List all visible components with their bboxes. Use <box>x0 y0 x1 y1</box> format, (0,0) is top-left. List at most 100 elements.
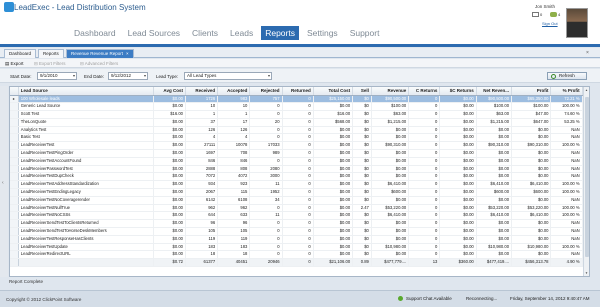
table-row[interactable]: LeadReceiverTestResponseHasClients $0.00 1… <box>10 235 589 244</box>
table-row[interactable]: LeadReceiverTestEndingLegacy $0.00 2067 115… <box>10 188 589 197</box>
column-header[interactable]: Sell <box>352 87 372 96</box>
nav-tab-clients[interactable]: Clients <box>188 26 222 40</box>
row-indicator[interactable] <box>10 243 19 252</box>
table-row[interactable]: TheLonQuote $0.00 37 17 20 0 $568.00 $0 $1,215.0… <box>10 118 589 127</box>
column-header[interactable]: Rejected <box>249 87 283 96</box>
row-indicator[interactable] <box>10 141 19 151</box>
table-cell: 0 <box>282 110 314 119</box>
nav-tab-dashboard[interactable]: Dashboard <box>70 26 120 40</box>
table-cell: 1697 <box>185 149 219 158</box>
table-cell: $0 <box>352 126 372 135</box>
row-indicator[interactable] <box>10 149 19 158</box>
row-indicator[interactable] <box>10 118 19 127</box>
support-chat-status[interactable]: Support Chat Available <box>398 296 452 302</box>
table-cell: 100.00 % <box>550 180 583 190</box>
column-header[interactable]: Avg Cost <box>153 87 187 96</box>
row-indicator[interactable] <box>10 126 19 135</box>
lead-type-select[interactable]: All Lead Types ▾ <box>184 72 272 80</box>
row-indicator[interactable] <box>10 219 19 229</box>
nav-tab-reports[interactable]: Reports <box>261 26 299 40</box>
advanced-filters-button[interactable]: ⊟ Advanced Filters <box>80 61 118 67</box>
table-cell: $0.00 <box>476 165 513 174</box>
close-icon[interactable]: × <box>126 51 129 56</box>
column-header[interactable]: Net Reven... <box>476 87 513 96</box>
column-header[interactable]: Lead Source <box>18 87 154 96</box>
table-row[interactable]: Scott Test $16.00 1 1 0 0 $16.00 $0 $63.00 0 $0.00… <box>10 110 589 119</box>
table-row[interactable]: LeadReceiverTestNoCSSs $0.00 644 633 11 0 $0.0… <box>10 211 589 221</box>
export-button[interactable]: ▤ Export <box>5 61 24 67</box>
column-header[interactable]: % Profit <box>550 87 583 96</box>
column-header[interactable]: $C Returns <box>439 87 477 96</box>
table-row[interactable]: LeadReceiverTestAddressStandardization $0… <box>10 180 589 190</box>
column-header[interactable]: Profit <box>511 87 552 96</box>
doc-tab-dashboard[interactable]: Dashboard <box>4 49 37 58</box>
pane-close-icon[interactable]: × <box>586 50 589 56</box>
column-header[interactable]: Received <box>185 87 219 96</box>
doc-tab-reports[interactable]: Reports <box>38 49 64 58</box>
row-indicator[interactable] <box>10 188 19 197</box>
row-indicator[interactable] <box>10 235 19 244</box>
chevron-down-icon[interactable]: ▾ <box>73 73 75 79</box>
row-indicator[interactable] <box>10 102 19 112</box>
row-indicator[interactable] <box>10 211 19 221</box>
table-row[interactable]: LeadReceiverRedirectURL $0.00 18 18 0 0 $0.00 $… <box>10 250 589 260</box>
table-row[interactable]: LeadReceiverPasswordTest $0.00 2888 808 2080… <box>10 165 589 174</box>
table-row[interactable]: LeadReceiverTestAccountFound $0.00 846 846 0… <box>10 157 589 166</box>
column-header[interactable]: Revenue <box>371 87 410 96</box>
start-date-input[interactable]: 9/1/2010 ▾ <box>37 72 77 80</box>
table-row[interactable]: Generic Lead Source $0.00 10 10 0 0 $0.00 $0 $10… <box>10 102 589 112</box>
row-indicator[interactable] <box>10 133 19 143</box>
nav-tab-lead-sources[interactable]: Lead Sources <box>124 26 184 40</box>
scroll-up-icon[interactable]: ▲ <box>585 88 588 92</box>
sign-out-link[interactable]: Sign Out <box>542 21 558 26</box>
row-indicator[interactable] <box>10 227 19 236</box>
scroll-down-icon[interactable]: ▼ <box>585 271 588 275</box>
table-cell: $0.00 <box>439 211 477 221</box>
row-indicator[interactable] <box>10 165 19 174</box>
table-row[interactable]: Basic Test $0.00 4 4 0 0 $0.00 $0 $0.00 0 $0.00 $0.… <box>10 133 589 143</box>
table-row[interactable]: LeadReceiverTest $0.00 27111 10078 17033 0 $0.… <box>10 141 589 151</box>
table-row[interactable]: LeadReceiverTestNullTrue $0.00 962 962 0 0 $0.… <box>10 204 589 213</box>
nav-tab-leads[interactable]: Leads <box>226 26 257 40</box>
row-indicator[interactable] <box>10 250 19 260</box>
table-row[interactable]: Analytics Test $0.00 126 126 0 0 $0.00 $0 $0.00 0… <box>10 126 589 135</box>
nav-tab-support[interactable]: Support <box>346 26 384 40</box>
table-row[interactable]: LeadReceiverSendTestToClientsReturned $0.… <box>10 219 589 229</box>
column-header[interactable]: Accepted <box>217 87 251 96</box>
row-indicator[interactable] <box>10 157 19 166</box>
table-cell: $0.00 <box>313 196 354 205</box>
table-row[interactable]: LeadReceiverTestNoCoveragerender $0.00 614… <box>10 196 589 205</box>
table-row[interactable]: ▸ 100 Wholesale leads $0.00 1726 983 757 0 $25,… <box>10 95 589 104</box>
table-row[interactable]: LeadReceiverTestDupCheck $0.00 7072 4072 300… <box>10 172 589 182</box>
chevron-down-icon[interactable]: ▾ <box>268 73 270 79</box>
table-row[interactable]: LeadReceiverSendTestToHorseDeskMembers $0… <box>10 227 589 236</box>
row-indicator[interactable]: ▸ <box>10 95 19 104</box>
row-indicator[interactable] <box>10 110 19 119</box>
table-cell: 0 <box>282 219 314 229</box>
nav-tab-settings[interactable]: Settings <box>303 26 342 40</box>
scrollbar-thumb[interactable] <box>585 97 589 257</box>
export-filters-button[interactable]: ⊟ Export Filters <box>34 61 66 67</box>
doc-tab-revenue-report[interactable]: Revenue Revenue Report × <box>66 49 134 58</box>
refresh-button[interactable]: Refresh <box>547 72 587 80</box>
table-row[interactable]: LeadReceiverTestUpdate $0.00 183 183 0 0 $0.00… <box>10 243 589 252</box>
table-row[interactable]: LeadReceiverTestPingOrder $0.00 1697 708 989… <box>10 149 589 158</box>
table-cell: 53.25 % <box>550 118 583 127</box>
mail-icon[interactable] <box>532 12 539 17</box>
table-cell: $0.00 <box>476 235 513 244</box>
chevron-down-icon[interactable]: ▾ <box>144 73 146 79</box>
table-cell: $0.00 <box>476 196 513 205</box>
chat-icon[interactable] <box>550 12 557 17</box>
end-date-input[interactable]: 9/12/2012 ▾ <box>108 72 148 80</box>
table-cell: $0.00 <box>439 95 477 104</box>
table-cell: 846 <box>217 157 251 166</box>
column-header[interactable]: Returned <box>282 87 314 96</box>
chevron-left-icon[interactable]: ‹ <box>2 180 4 186</box>
row-indicator[interactable] <box>10 172 19 182</box>
column-header[interactable]: Total Cost <box>313 87 354 96</box>
row-indicator[interactable] <box>10 196 19 205</box>
row-indicator[interactable] <box>10 204 19 213</box>
row-indicator[interactable] <box>10 180 19 190</box>
vertical-scrollbar[interactable]: ▲ ▼ <box>583 87 589 276</box>
column-header[interactable]: C Returns <box>408 87 441 96</box>
